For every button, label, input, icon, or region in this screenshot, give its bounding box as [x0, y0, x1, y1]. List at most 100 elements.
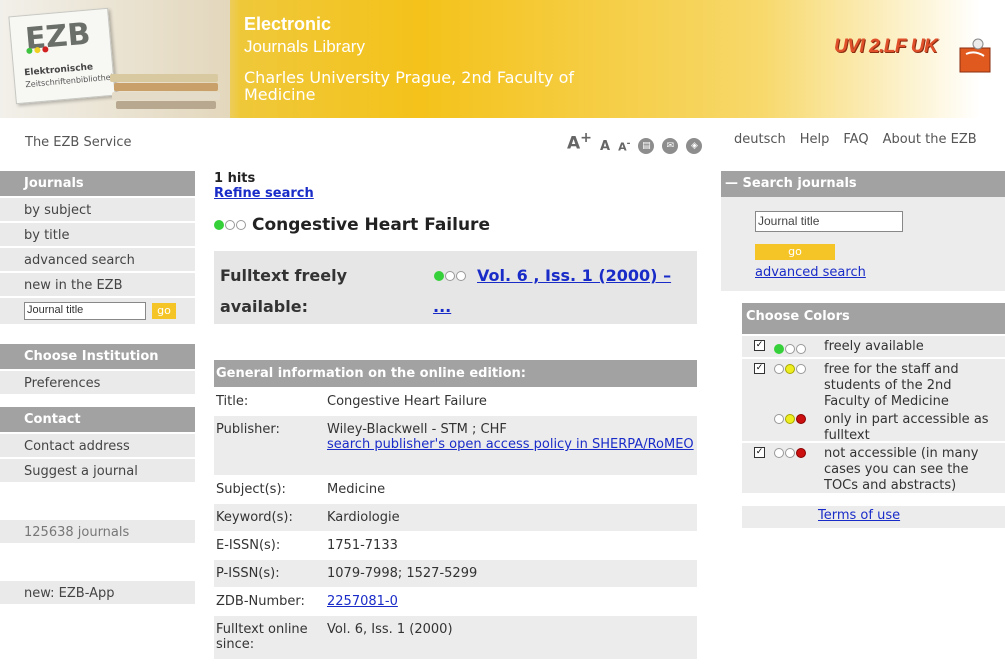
fulltext-volume-link[interactable]: Vol. 6 , Iss. 1 (2000) – ... [433, 260, 693, 322]
journal-title-input[interactable]: Journal title [755, 211, 903, 232]
color-option-label: not accessible (in many cases you can se… [824, 446, 979, 493]
info-table: Title: Congestive Heart Failure Publishe… [214, 387, 697, 659]
tool-icons: A+ A A- ▤ ✉ ◈ [567, 130, 703, 154]
collapse-icon[interactable]: — [725, 176, 738, 191]
refine-search-link[interactable]: Refine search [214, 186, 697, 201]
checkbox-staff[interactable]: ✓ [754, 363, 765, 374]
yellow-dot-icon [785, 414, 795, 424]
partner-logo[interactable]: UVI 2.LF UK [834, 36, 938, 58]
journal-count: 125638 journals [0, 518, 195, 543]
color-dots [768, 443, 824, 493]
empty-dot-icon [225, 220, 235, 230]
color-option-none: ✓ not accessible (in many cases you can … [742, 441, 1005, 493]
books-illustration [110, 66, 222, 116]
quick-search-form: Journal title go [0, 296, 195, 324]
checkbox-placeholder [742, 409, 768, 441]
info-value: 1079-7998; 1527-5299 [327, 566, 478, 581]
checkbox-free[interactable]: ✓ [754, 340, 765, 351]
partner-book-icon [959, 38, 991, 73]
nav-contact-address[interactable]: Contact address [0, 432, 195, 457]
fulltext-label: Fulltext freely available: [220, 266, 347, 316]
font-decrease-sign: - [626, 138, 631, 149]
ezb-logo[interactable]: EZB Elektronische Zeitschriftenbibliothe… [0, 0, 230, 118]
red-dot-icon [796, 448, 806, 458]
logo-traffic-dots [26, 41, 51, 58]
nav-by-title[interactable]: by title [0, 221, 195, 246]
color-option-part: only in part accessible as fulltext [742, 409, 1005, 443]
yellow-dot-icon [785, 364, 795, 374]
empty-dot-icon [796, 364, 806, 374]
info-value: 1751-7133 [327, 538, 398, 553]
nav-new-in-ezb[interactable]: new in the EZB [0, 271, 195, 296]
nav-ezb-app[interactable]: new: EZB-App [0, 579, 195, 604]
color-option-label: only in part accessible as fulltext [824, 412, 989, 443]
font-decrease-button[interactable]: A- [618, 138, 630, 154]
font-increase-letter: A [567, 133, 581, 154]
color-option-label: free for the staff and students of the 2… [824, 362, 959, 409]
link-faq[interactable]: FAQ [843, 132, 868, 147]
contact-heading: Contact [0, 407, 195, 432]
advanced-search-link[interactable]: advanced search [755, 265, 866, 280]
info-value: Congestive Heart Failure [327, 394, 487, 409]
table-row: Title: Congestive Heart Failure [214, 387, 697, 415]
empty-dot-icon [774, 414, 784, 424]
left-sidebar: Journals by subject by title advanced se… [0, 171, 195, 604]
info-key: P-ISSN(s): [216, 566, 280, 581]
info-key: Fulltext online since: [216, 622, 308, 652]
empty-dot-icon [774, 364, 784, 374]
nav-suggest-journal[interactable]: Suggest a journal [0, 457, 195, 482]
terms-of-use-link[interactable]: Terms of use [818, 508, 900, 523]
info-key: Title: [216, 394, 249, 409]
info-value: Kardiologie [327, 510, 400, 525]
quick-search-go-button[interactable]: go [152, 303, 176, 319]
header-banner: EZB Elektronische Zeitschriftenbibliothe… [0, 0, 1005, 118]
empty-dot-icon [785, 448, 795, 458]
color-dots [768, 359, 824, 409]
info-value: Medicine [327, 482, 386, 497]
table-row: Keyword(s): Kardiologie [214, 503, 697, 531]
zdb-number-link[interactable]: 2257081-0 [325, 588, 697, 615]
ezb-service-link[interactable]: The EZB Service [25, 135, 132, 150]
link-deutsch[interactable]: deutsch [734, 132, 786, 147]
journal-title: Congestive Heart Failure [252, 215, 490, 235]
availability-dots [214, 220, 246, 230]
link-about[interactable]: About the EZB [883, 132, 977, 147]
quick-search-input[interactable]: Journal title [24, 302, 146, 320]
choose-colors-box: Choose Colors ✓ freely available ✓ free … [742, 303, 1005, 493]
info-value: Wiley-Blackwell - STM ; CHF search publi… [325, 416, 697, 475]
color-dots [768, 409, 824, 441]
info-key: Subject(s): [216, 482, 286, 497]
font-decrease-letter: A [618, 140, 627, 154]
table-row: Subject(s): Medicine [214, 475, 697, 503]
empty-dot-icon [796, 344, 806, 354]
font-normal-button[interactable]: A [600, 139, 610, 154]
nav-preferences[interactable]: Preferences [0, 369, 195, 394]
font-increase-button[interactable]: A+ [567, 130, 592, 154]
fulltext-box: Fulltext freely available: Vol. 6 , Iss.… [214, 251, 697, 324]
bookmark-icon[interactable]: ◈ [686, 137, 703, 154]
info-key: Publisher: [216, 422, 280, 437]
info-key: E-ISSN(s): [216, 538, 281, 553]
link-help[interactable]: Help [800, 132, 830, 147]
sherpa-romeo-link[interactable]: search publisher's open access policy in… [327, 437, 695, 452]
nav-advanced-search[interactable]: advanced search [0, 246, 195, 271]
table-row: Fulltext online since: Vol. 6, Iss. 1 (2… [214, 615, 697, 659]
info-value: Vol. 6, Iss. 1 (2000) [327, 622, 453, 637]
color-dots [768, 336, 824, 357]
table-row: Publisher: Wiley-Blackwell - STM ; CHF s… [214, 415, 697, 475]
header-title-line1: Electronic [244, 14, 332, 34]
table-row: P-ISSN(s): 1079-7998; 1527-5299 [214, 559, 697, 587]
search-go-button[interactable]: go [755, 244, 835, 260]
hits-count: 1 hits [214, 171, 256, 186]
choose-colors-heading: Choose Colors [742, 303, 1005, 334]
general-info-heading: General information on the online editio… [214, 360, 697, 387]
mail-icon[interactable]: ✉ [662, 137, 679, 154]
info-key: ZDB-Number: [216, 594, 305, 609]
institution-heading: Choose Institution [0, 344, 195, 369]
journals-heading: Journals [0, 171, 195, 196]
checkbox-not-accessible[interactable]: ✓ [754, 447, 765, 458]
terms-box: Terms of use [742, 506, 1005, 528]
nav-by-subject[interactable]: by subject [0, 196, 195, 221]
print-icon[interactable]: ▤ [638, 137, 655, 154]
